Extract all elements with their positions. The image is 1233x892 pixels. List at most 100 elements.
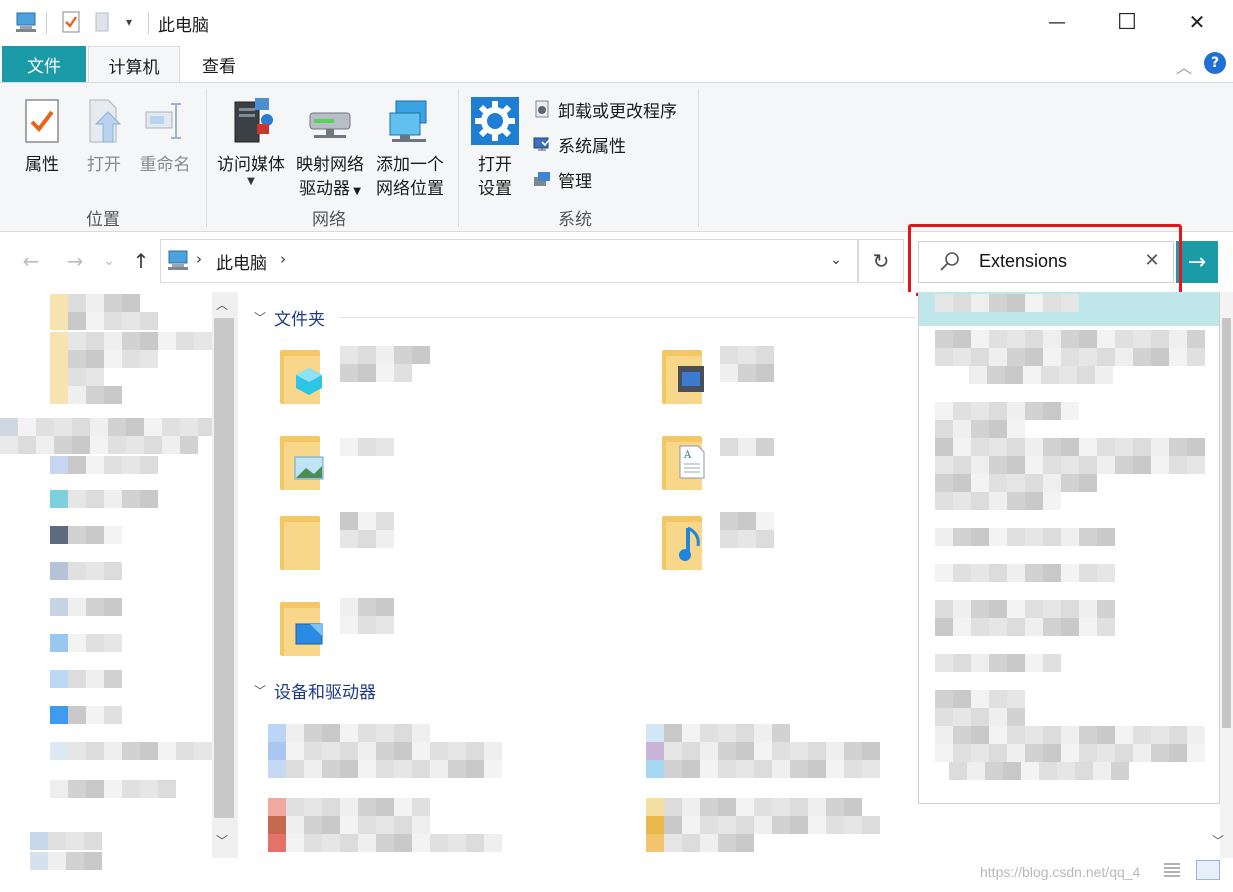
mosaic-block — [1187, 456, 1205, 474]
forward-button[interactable]: → — [60, 246, 90, 276]
mosaic-block — [86, 526, 104, 544]
breadcrumb-chevron-icon[interactable]: › — [280, 250, 286, 268]
mosaic-block — [340, 364, 358, 382]
mosaic-block — [826, 742, 844, 760]
customize-toolbar-chevron-icon[interactable]: ▾ — [118, 10, 140, 34]
ribbon-tabs: 文件 计算机 查看 ︿ ? — [0, 44, 1233, 83]
tab-view[interactable]: 查看 — [180, 46, 258, 82]
mosaic-block — [358, 598, 376, 616]
mosaic-block — [700, 798, 718, 816]
address-dropdown-chevron-icon[interactable]: ⌄ — [826, 252, 846, 270]
mosaic-block — [1007, 528, 1025, 546]
mosaic-block — [412, 834, 430, 852]
mosaic-block — [1043, 564, 1061, 582]
section-header-folders[interactable]: ﹀ 文件夹 — [254, 305, 325, 330]
mosaic-block — [412, 798, 430, 816]
tab-computer[interactable]: 计算机 — [88, 46, 180, 83]
mosaic-block — [394, 364, 412, 382]
breadcrumb-this-pc[interactable]: 此电脑 — [216, 249, 267, 274]
close-button[interactable]: ✕ — [1162, 0, 1232, 44]
mosaic-block — [430, 834, 448, 852]
mosaic-block — [158, 332, 176, 350]
search-suggestions-dropdown[interactable] — [918, 292, 1220, 804]
mosaic-block — [0, 436, 18, 454]
mosaic-block — [1043, 528, 1061, 546]
mosaic-block — [935, 654, 953, 672]
mosaic-block — [826, 760, 844, 778]
folder-3d-objects-icon[interactable] — [280, 346, 324, 404]
scroll-up-chevron-icon[interactable]: ︿ — [216, 296, 228, 313]
mosaic-block — [1043, 456, 1061, 474]
mosaic-block — [953, 438, 971, 456]
mosaic-block — [50, 526, 68, 544]
mosaic-block — [90, 418, 108, 436]
mosaic-block — [935, 726, 953, 744]
mosaic-block — [720, 346, 738, 364]
mosaic-block — [826, 816, 844, 834]
properties-quick-icon[interactable] — [58, 10, 84, 34]
mosaic-block — [953, 402, 971, 420]
help-icon[interactable]: ? — [1204, 52, 1226, 74]
content-scrollbar-thumb[interactable] — [1222, 318, 1231, 728]
mosaic-block — [122, 350, 140, 368]
mosaic-block — [953, 600, 971, 618]
refresh-button[interactable]: ↻ — [858, 239, 904, 283]
maximize-button[interactable]: ☐ — [1092, 0, 1162, 44]
mosaic-block — [340, 512, 358, 530]
folder-downloads-icon[interactable] — [280, 512, 324, 570]
mosaic-block — [66, 832, 84, 850]
mosaic-block — [935, 690, 953, 708]
map-network-drive-button[interactable]: 映射网络 驱动器 ▼ — [292, 95, 368, 204]
scroll-down-chevron-icon[interactable]: ﹀ — [216, 832, 228, 849]
folder-desktop-icon[interactable] — [280, 598, 324, 656]
svg-text:A: A — [683, 450, 692, 461]
mosaic-block — [358, 530, 376, 548]
folder-pictures-icon[interactable] — [280, 432, 324, 490]
access-media-button[interactable]: 访问媒体 ▼ — [214, 95, 288, 187]
back-button[interactable]: ← — [16, 246, 46, 276]
mosaic-block — [1111, 762, 1129, 780]
mosaic-block — [1115, 456, 1133, 474]
rename-button[interactable]: 重命名 — [136, 95, 194, 177]
up-button[interactable]: ↑ — [126, 246, 156, 276]
mosaic-block — [484, 760, 502, 778]
uninstall-program-button[interactable]: 卸载或更改程序 — [532, 96, 677, 122]
open-button[interactable]: 打开 — [76, 95, 132, 177]
computer-icon[interactable] — [12, 10, 40, 34]
large-icons-view-icon[interactable] — [1196, 860, 1220, 880]
details-view-icon[interactable] — [1162, 860, 1182, 880]
navigation-pane[interactable] — [0, 292, 212, 892]
system-properties-button[interactable]: 系统属性 — [532, 131, 626, 157]
mosaic-block — [772, 816, 790, 834]
new-folder-quick-icon[interactable] — [90, 10, 114, 34]
mosaic-block — [1079, 528, 1097, 546]
open-settings-button[interactable]: 打开 设置 — [468, 95, 522, 201]
mosaic-block — [1025, 528, 1043, 546]
mosaic-block — [1079, 438, 1097, 456]
mosaic-block — [358, 760, 376, 778]
collapse-ribbon-chevron-icon[interactable]: ︿ — [1172, 54, 1196, 77]
tab-file[interactable]: 文件 — [2, 46, 86, 82]
scroll-down-chevron-icon[interactable]: ﹀ — [1212, 832, 1224, 849]
chevron-down-icon: ⌄ — [103, 253, 115, 269]
folder-music-icon[interactable] — [662, 512, 706, 570]
mosaic-block — [1061, 474, 1079, 492]
recent-locations-button[interactable]: ⌄ — [98, 246, 120, 276]
mosaic-block — [1007, 726, 1025, 744]
folder-videos-icon[interactable] — [662, 346, 706, 404]
mosaic-block — [971, 564, 989, 582]
folder-documents-icon[interactable]: A — [662, 432, 706, 490]
section-header-devices[interactable]: ﹀ 设备和驱动器 — [254, 678, 376, 703]
minimize-button[interactable]: — — [1022, 0, 1092, 44]
mosaic-block — [180, 418, 198, 436]
breadcrumb-separator-icon[interactable]: › — [196, 250, 202, 268]
manage-button[interactable]: 管理 — [532, 166, 592, 192]
search-go-button[interactable]: → — [1176, 241, 1218, 283]
mosaic-block — [86, 312, 104, 330]
group-separator — [698, 89, 699, 227]
mosaic-block — [971, 330, 989, 348]
navigation-scrollbar-thumb[interactable] — [214, 318, 234, 818]
mosaic-block — [989, 348, 1007, 366]
add-network-location-button[interactable]: 添加一个 网络位置 — [372, 95, 448, 201]
properties-button[interactable]: 属性 — [14, 95, 70, 177]
